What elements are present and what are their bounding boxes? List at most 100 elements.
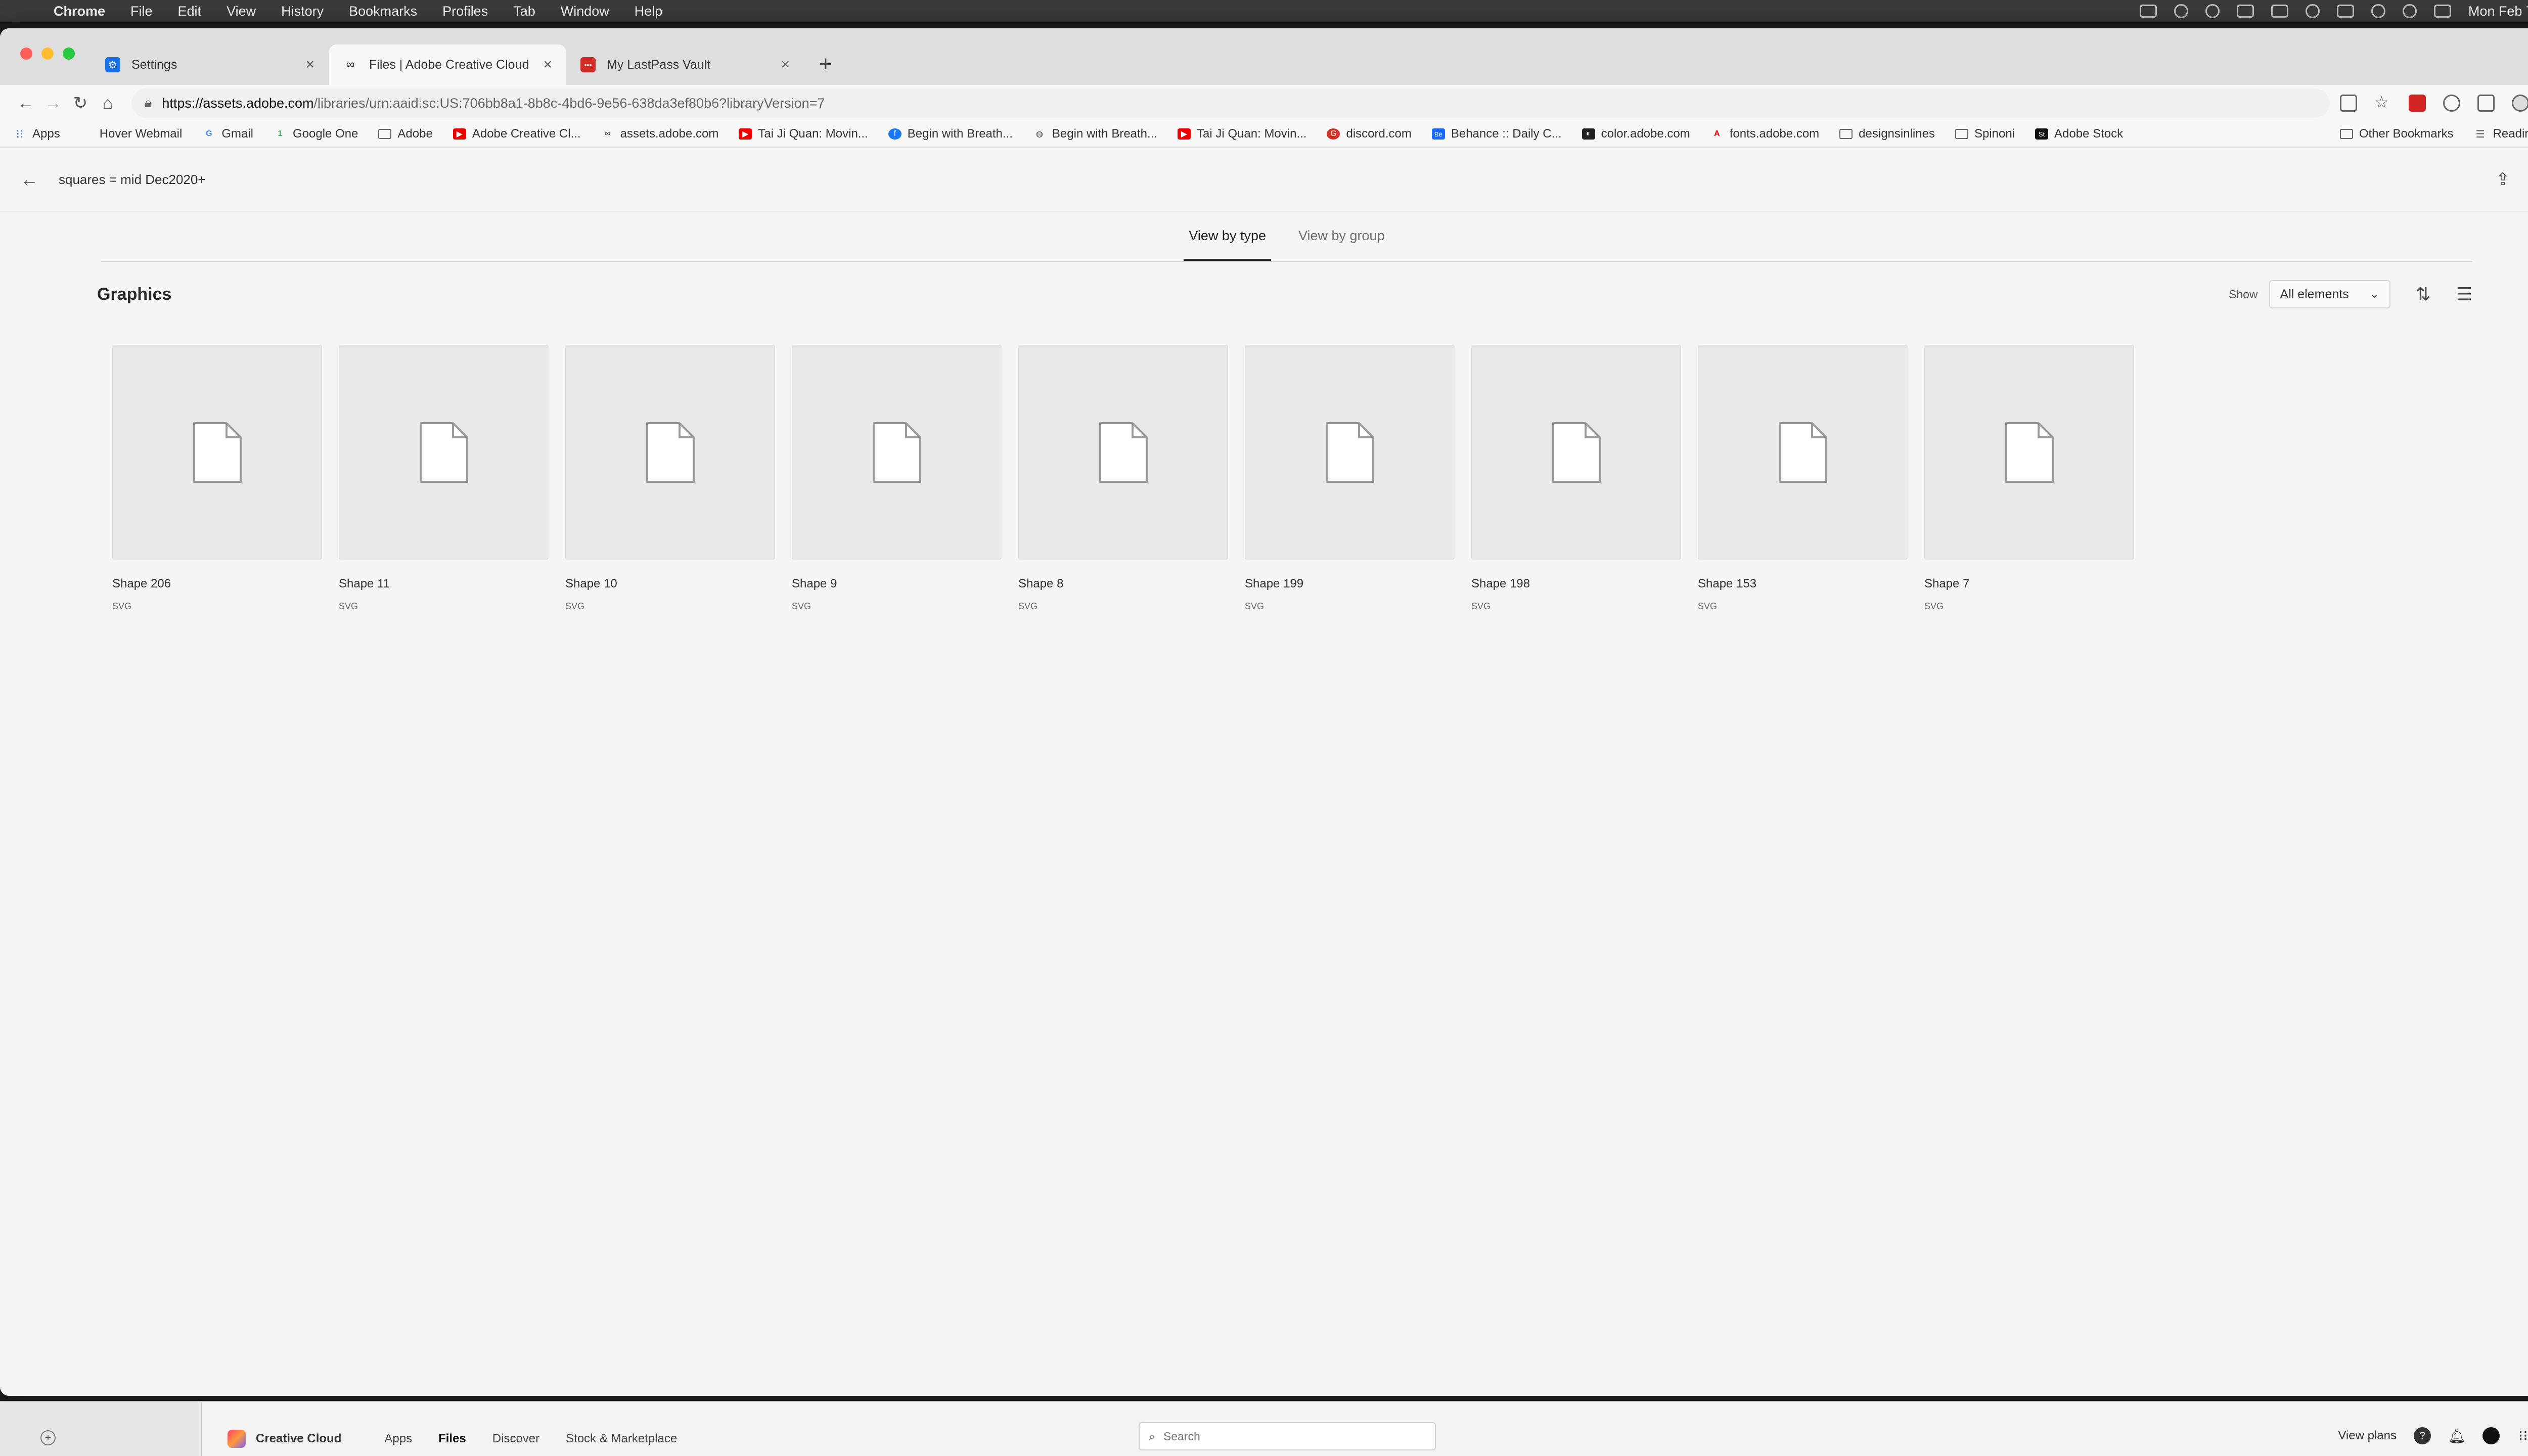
menu-app-chrome[interactable]: Chrome	[54, 4, 105, 19]
menu-edit[interactable]: Edit	[178, 4, 202, 19]
bookmark-item[interactable]: St Adobe Stock	[2035, 127, 2123, 141]
asset-thumbnail[interactable]	[1471, 345, 1681, 560]
bookmark-item[interactable]: Afonts.adobe.com	[1710, 127, 1819, 141]
add-icon[interactable]: +	[40, 1430, 56, 1445]
avatar[interactable]	[2482, 1427, 2500, 1444]
asset-thumbnail[interactable]	[1924, 345, 2134, 560]
bookmark-folder[interactable]: Adobe	[378, 127, 433, 141]
menu-bookmarks[interactable]: Bookmarks	[349, 4, 417, 19]
bookmark-item[interactable]: Bē Behance :: Daily C...	[1431, 127, 1562, 141]
volume-icon[interactable]	[2236, 5, 2254, 18]
asset-card[interactable]: Shape 153 SVG	[1698, 345, 1908, 612]
back-arrow-icon[interactable]: ←	[20, 169, 38, 190]
bookmark-item[interactable]: f Begin with Breath...	[888, 127, 1013, 141]
share-icon[interactable]: ⇪	[2496, 169, 2510, 190]
help-icon[interactable]: ?	[2414, 1427, 2431, 1444]
cc-nav-discover[interactable]: Discover	[492, 1432, 539, 1446]
tab-settings[interactable]: ⚙ Settings ×	[91, 44, 329, 85]
bookmark-item[interactable]: ▶ Tai Ji Quan: Movin...	[739, 127, 868, 141]
clock-status-icon[interactable]	[2371, 4, 2385, 18]
forward-icon[interactable]: →	[39, 94, 67, 113]
creative-cloud-status-icon[interactable]	[2205, 4, 2220, 18]
asset-card[interactable]: Shape 10 SVG	[565, 345, 775, 612]
profile-avatar-icon[interactable]	[2512, 95, 2528, 112]
close-tab-icon[interactable]: ×	[305, 56, 314, 73]
asset-card[interactable]: Shape 11 SVG	[339, 345, 549, 612]
cc-nav-files[interactable]: Files	[438, 1432, 466, 1446]
wifi-icon[interactable]	[2336, 5, 2354, 18]
tab-view-by-group[interactable]: View by group	[1293, 212, 1390, 261]
asset-thumbnail[interactable]	[565, 345, 775, 560]
menu-file[interactable]: File	[130, 4, 153, 19]
bookmark-item[interactable]: ◐ color.adobe.com	[1582, 127, 1690, 141]
menu-history[interactable]: History	[281, 4, 324, 19]
reload-icon[interactable]: ↻	[67, 93, 94, 113]
tab-view-by-type[interactable]: View by type	[1184, 212, 1271, 261]
bookmark-item[interactable]: Gdiscord.com	[1327, 127, 1412, 141]
close-tab-icon[interactable]: ×	[543, 56, 552, 73]
back-icon[interactable]: ←	[12, 94, 39, 113]
bluetooth-icon[interactable]	[2305, 4, 2320, 18]
asset-card[interactable]: Shape 9 SVG	[792, 345, 1002, 612]
asset-card[interactable]: Shape 206 SVG	[112, 345, 322, 612]
menu-tab[interactable]: Tab	[513, 4, 535, 19]
new-tab-button[interactable]: +	[819, 52, 832, 77]
element-filter-dropdown[interactable]: All elements ⌄	[2269, 280, 2390, 308]
tab-lastpass[interactable]: ••• My LastPass Vault ×	[566, 44, 804, 85]
bookmark-item[interactable]: ▶ Adobe Creative Cl...	[453, 127, 581, 141]
cc-nav-apps[interactable]: Apps	[384, 1432, 412, 1446]
minimize-window-button[interactable]	[41, 48, 54, 60]
menu-help[interactable]: Help	[635, 4, 663, 19]
display-icon[interactable]	[2139, 5, 2157, 18]
asset-thumbnail[interactable]	[1245, 345, 1455, 560]
extensions-puzzle-icon[interactable]	[2477, 95, 2495, 112]
bookmark-item[interactable]: Hover Webmail	[80, 127, 183, 141]
address-bar[interactable]: 🔒︎ https://assets.adobe.com/libraries/ur…	[131, 88, 2330, 118]
asset-card[interactable]: Shape 199 SVG	[1245, 345, 1455, 612]
spotlight-search-icon[interactable]	[2402, 4, 2417, 18]
asset-thumbnail[interactable]	[112, 345, 322, 560]
bookmark-folder[interactable]: designsinlines	[1839, 127, 1935, 141]
menu-view[interactable]: View	[227, 4, 256, 19]
menu-window[interactable]: Window	[561, 4, 609, 19]
bookmark-item[interactable]: 1 Google One	[274, 127, 358, 141]
close-tab-icon[interactable]: ×	[781, 56, 790, 73]
bookmark-item[interactable]: ◍ Begin with Breath...	[1033, 127, 1157, 141]
tab-adobe-files[interactable]: ∞ Files | Adobe Creative Cloud ×	[329, 44, 566, 85]
asset-thumbnail[interactable]	[1698, 345, 1908, 560]
cc-search-input[interactable]: ⌕ Search	[1139, 1422, 1436, 1450]
asset-card[interactable]: Shape 198 SVG	[1471, 345, 1681, 612]
lastpass-extension-icon[interactable]	[2409, 95, 2426, 112]
zoom-window-button[interactable]	[63, 48, 75, 60]
menubar-clock[interactable]: Mon Feb 7 11:49	[2468, 4, 2528, 19]
share-icon[interactable]	[2340, 95, 2357, 112]
home-icon[interactable]: ⌂	[94, 94, 121, 113]
asset-card[interactable]: Shape 8 SVG	[1018, 345, 1228, 612]
menu-profiles[interactable]: Profiles	[442, 4, 488, 19]
other-bookmarks[interactable]: Other Bookmarks	[2339, 127, 2454, 141]
view-plans-link[interactable]: View plans	[2338, 1429, 2397, 1443]
bookmark-item[interactable]: ▶ Tai Ji Quan: Movin...	[1178, 127, 1306, 141]
asset-thumbnail[interactable]	[792, 345, 1002, 560]
asset-thumbnail[interactable]	[339, 345, 549, 560]
sort-icon[interactable]: ⇅	[2416, 284, 2431, 305]
bookmark-apps[interactable]: ⁝⁝ Apps	[13, 127, 60, 141]
bookmark-item[interactable]: G Gmail	[202, 127, 253, 141]
reading-list[interactable]: ☰ Reading List	[2474, 127, 2528, 141]
apps-grid-icon[interactable]: ⁝⁝⁝	[2517, 1427, 2528, 1444]
asset-thumbnail[interactable]	[1018, 345, 1228, 560]
pocket-extension-icon[interactable]	[2443, 95, 2460, 112]
bookmark-item[interactable]: ∞ assets.adobe.com	[601, 127, 718, 141]
bell-icon[interactable]: 🔔︎	[2448, 1427, 2466, 1444]
bookmark-star-icon[interactable]: ☆	[2374, 94, 2391, 112]
asset-card[interactable]: Shape 7 SVG	[1924, 345, 2134, 612]
list-view-icon[interactable]: ☰	[2456, 284, 2472, 305]
tab-label: My LastPass Vault	[607, 57, 711, 72]
lock-icon[interactable]: 🔒︎	[145, 95, 152, 111]
time-machine-icon[interactable]	[2174, 4, 2188, 18]
cc-nav-stock[interactable]: Stock & Marketplace	[566, 1432, 677, 1446]
control-center-icon[interactable]	[2433, 5, 2451, 18]
keyboard-icon[interactable]	[2271, 5, 2288, 18]
bookmark-folder[interactable]: Spinoni	[1955, 127, 2015, 141]
close-window-button[interactable]	[20, 48, 32, 60]
